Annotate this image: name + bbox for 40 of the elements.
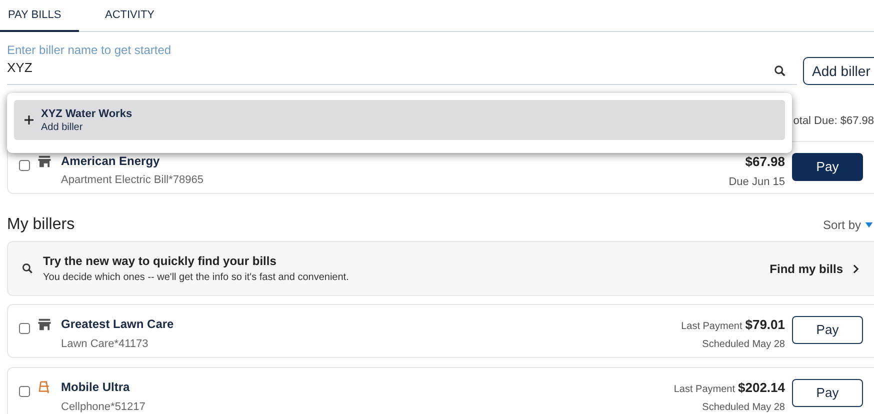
account-text: Apartment Electric Bill*78965 — [61, 173, 204, 188]
field-label: Enter biller name to get started — [7, 42, 172, 59]
chevron-right-icon — [851, 262, 861, 274]
search-icon — [773, 64, 787, 78]
caret-icon — [864, 221, 874, 229]
account-text: Cellphone*51217 — [61, 400, 146, 414]
plus-icon — [23, 114, 35, 126]
checkbox[interactable] — [19, 323, 30, 334]
pay-button[interactable]: Pay — [792, 379, 863, 407]
amount-text: $79.01 — [745, 316, 785, 334]
tab[interactable]: PAY BILLS — [0, 0, 79, 32]
search-icon — [21, 262, 34, 275]
suggestion-subtitle: Add biller — [41, 120, 84, 134]
scheduled-text: Scheduled May 28 — [702, 338, 785, 352]
last-payment-label: Last Payment — [674, 383, 735, 397]
pay-button[interactable]: Pay — [792, 153, 863, 181]
amount-text: $67.98 — [745, 153, 785, 171]
last-payment-label: Last Payment — [681, 320, 742, 334]
promo-text: You decide which ones -- we'll get the info so it's fast and convenient. — [43, 271, 350, 285]
scheduled-text: Scheduled May 28 — [702, 400, 785, 414]
checkbox[interactable] — [19, 160, 30, 171]
suggestion-item[interactable]: XYZ Water Works Add biller — [14, 100, 785, 140]
find-bills-link[interactable]: Find my bills — [770, 260, 861, 278]
suggestion-title: XYZ Water Works — [41, 106, 132, 120]
store-icon — [37, 154, 52, 169]
sort-dropdown[interactable]: Sort by — [822, 216, 874, 234]
account-text: Lawn Care*41173 — [61, 337, 150, 352]
section-title: My billers — [7, 215, 75, 235]
amount-text: $202.14 — [738, 379, 785, 397]
pay-button[interactable]: Pay — [792, 316, 863, 344]
add-biller-button[interactable]: Add biller — [803, 57, 874, 85]
biller-name: Greatest Lawn Care — [61, 316, 175, 333]
store-icon — [37, 317, 52, 332]
total-due-text: otal Due: $67.98 — [793, 114, 874, 129]
checkbox[interactable] — [19, 386, 30, 397]
due-date-text: Due Jun 15 — [728, 174, 785, 190]
promo-title: Try the new way to quickly find your bills — [43, 253, 278, 270]
biller-name: Mobile Ultra — [61, 379, 131, 396]
biller-name: American Energy — [61, 153, 161, 170]
tab[interactable]: ACTIVITY — [79, 0, 175, 32]
